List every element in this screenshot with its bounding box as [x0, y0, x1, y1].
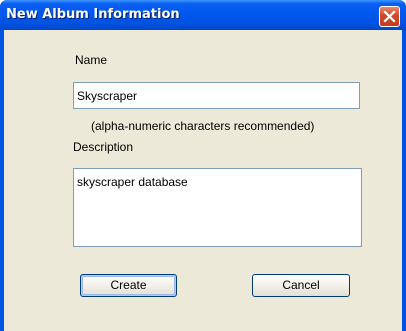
create-button[interactable]: Create: [80, 274, 177, 297]
window-title: New Album Information: [6, 7, 180, 22]
close-icon: [383, 10, 396, 23]
description-label: Description: [73, 140, 134, 154]
dialog-body: Name (alpha-numeric characters recommend…: [4, 30, 402, 331]
name-input[interactable]: [73, 82, 360, 109]
cancel-button[interactable]: Cancel: [252, 274, 350, 297]
close-button[interactable]: [379, 6, 400, 27]
name-hint: (alpha-numeric characters recommended): [91, 119, 315, 133]
dialog-window: New Album Information Name (alpha-numeri…: [0, 0, 406, 331]
description-input[interactable]: skyscraper database: [73, 168, 362, 247]
title-bar[interactable]: New Album Information: [0, 0, 406, 30]
name-label: Name: [75, 53, 108, 67]
